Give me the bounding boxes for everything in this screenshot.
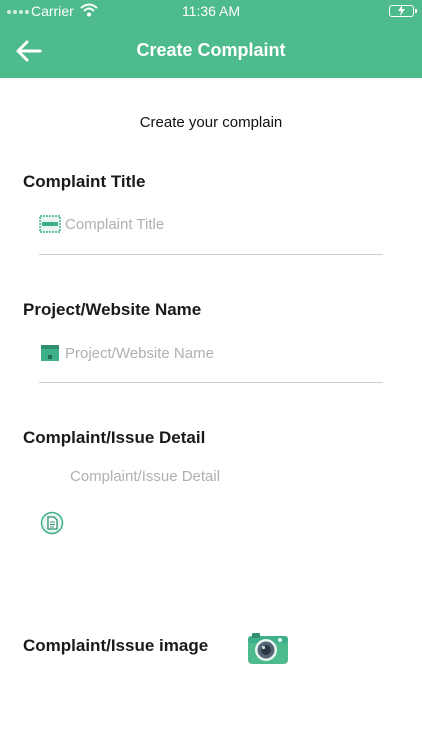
issue-detail-input[interactable] bbox=[70, 468, 390, 498]
clock: 11:36 AM bbox=[181, 3, 241, 19]
complaint-title-input[interactable] bbox=[65, 211, 375, 237]
project-name-label: Project/Website Name bbox=[23, 300, 202, 319]
project-box-icon bbox=[41, 345, 59, 361]
project-name-field[interactable] bbox=[39, 338, 383, 383]
form-subtitle: Create your complain bbox=[139, 114, 283, 131]
camera-button[interactable] bbox=[247, 631, 289, 665]
issue-image-label: Complaint/Issue image bbox=[23, 636, 209, 655]
status-bar: Carrier 11:36 AM bbox=[0, 0, 422, 24]
complaint-title-label: Complaint Title bbox=[23, 172, 146, 191]
complaint-title-field[interactable] bbox=[39, 209, 383, 255]
battery-icon bbox=[389, 5, 417, 17]
document-icon bbox=[40, 511, 64, 535]
page-title: Create Complaint bbox=[136, 40, 286, 60]
issue-detail-label: Complaint/Issue Detail bbox=[23, 428, 206, 447]
title-text-icon bbox=[39, 215, 61, 233]
app-header: Carrier 11:36 AM Create Complaint bbox=[0, 0, 422, 78]
project-name-input[interactable] bbox=[65, 340, 375, 366]
charging-bolt-icon bbox=[398, 5, 405, 16]
